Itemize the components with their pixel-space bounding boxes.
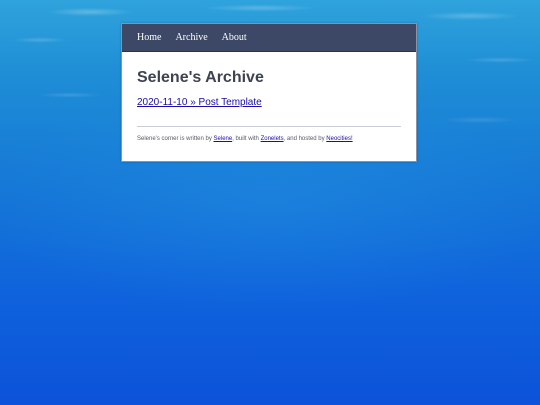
author-link[interactable]: Selene xyxy=(214,136,233,142)
page-title: Selene's Archive xyxy=(137,69,264,86)
nav-about-link[interactable]: About xyxy=(222,32,247,43)
zonelets-link[interactable]: Zonelets xyxy=(261,136,284,142)
navbar: Home Archive About xyxy=(122,24,416,52)
content-panel: Home Archive About Selene's Archive 2020… xyxy=(121,23,417,162)
neocities-link[interactable]: Neocities! xyxy=(326,136,352,142)
main-content: Selene's Archive 2020-11-10 » Post Templ… xyxy=(122,68,416,143)
nav-home-link[interactable]: Home xyxy=(137,32,161,43)
footer: Selene's corner is written by Selene, bu… xyxy=(137,135,401,143)
footer-text-hosted: , and hosted by xyxy=(283,136,327,142)
post-link[interactable]: 2020-11-10 » Post Template xyxy=(137,97,262,108)
divider xyxy=(137,126,401,127)
footer-text-intro: Selene's corner is written by xyxy=(137,136,214,142)
nav-archive-link[interactable]: Archive xyxy=(175,32,207,43)
footer-text-built: , built with xyxy=(232,136,261,142)
